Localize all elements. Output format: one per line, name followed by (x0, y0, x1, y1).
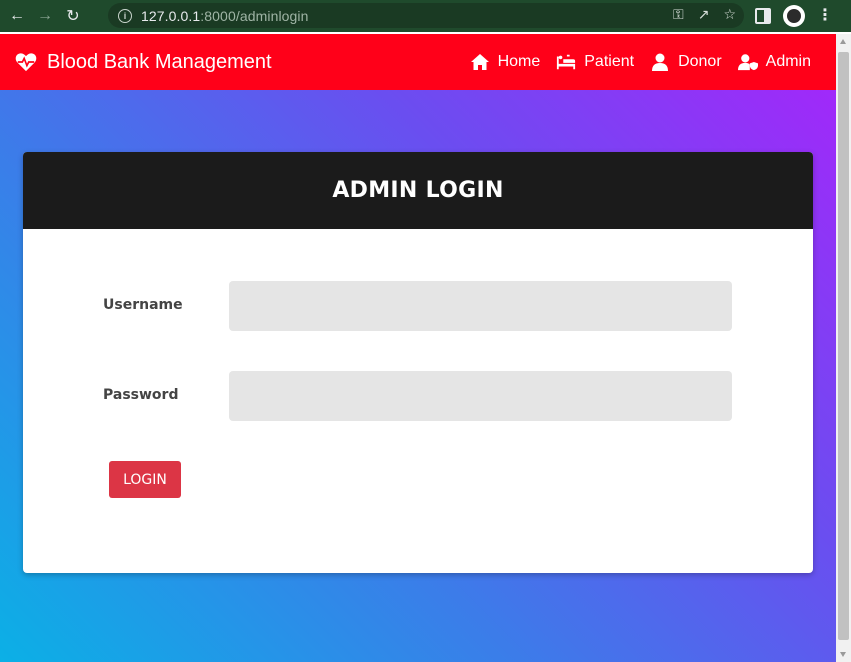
password-row: Password (23, 371, 813, 421)
nav-links: Home Patient Donor Admin (470, 34, 811, 90)
login-card: ADMIN LOGIN Username Password LOGIN (23, 152, 813, 573)
page-viewport: Blood Bank Management Home Patient Donor… (0, 34, 836, 662)
nav-link-label: Home (497, 53, 541, 70)
nav-link-admin[interactable]: Admin (737, 53, 811, 71)
nav-link-label: Admin (765, 53, 811, 70)
navbar: Blood Bank Management Home Patient Donor… (0, 34, 836, 90)
nav-link-patient[interactable]: Patient (556, 53, 634, 71)
share-icon[interactable]: ↗ (698, 6, 710, 23)
brand-text: Blood Bank Management (47, 50, 272, 73)
username-label: Username (103, 297, 183, 313)
admin-icon (737, 54, 758, 71)
nav-link-label: Patient (584, 53, 635, 70)
star-icon[interactable]: ☆ (723, 6, 736, 23)
scroll-down-icon[interactable] (840, 652, 846, 657)
key-icon[interactable]: ⚿ (673, 6, 684, 23)
username-row: Username (23, 281, 813, 331)
address-bar[interactable]: i 127.0.0.1:8000/adminlogin ⚿ ↗ ☆ (108, 3, 744, 28)
reload-icon[interactable]: ↻ (62, 5, 84, 27)
nav-link-home[interactable]: Home (470, 53, 541, 71)
home-icon (470, 54, 489, 70)
brand[interactable]: Blood Bank Management (15, 51, 272, 74)
scrollbar[interactable] (836, 34, 851, 662)
donor-icon (652, 53, 669, 71)
username-input[interactable] (229, 281, 732, 331)
scrollbar-thumb[interactable] (838, 52, 849, 640)
scroll-up-icon[interactable] (840, 39, 846, 44)
url-text[interactable]: 127.0.0.1:8000/adminlogin (141, 8, 309, 24)
url-path: :8000/adminlogin (200, 7, 309, 24)
info-icon[interactable]: i (118, 8, 132, 23)
password-label: Password (103, 387, 179, 403)
login-button[interactable]: LOGIN (109, 461, 181, 498)
back-icon[interactable]: ← (6, 5, 28, 27)
url-host: 127.0.0.1 (141, 7, 201, 24)
heartbeat-icon (15, 53, 37, 72)
password-input[interactable] (229, 371, 732, 421)
forward-icon[interactable]: → (34, 5, 56, 27)
menu-icon[interactable]: ⋮ (817, 8, 833, 24)
nav-link-donor[interactable]: Donor (650, 53, 722, 71)
profile-icon[interactable] (783, 5, 805, 27)
nav-link-label: Donor (678, 53, 722, 70)
browser-toolbar: ← → ↻ i 127.0.0.1:8000/adminlogin ⚿ ↗ ☆ … (0, 0, 851, 32)
patient-icon (557, 54, 576, 70)
card-header: ADMIN LOGIN (23, 152, 813, 229)
side-panel-icon[interactable] (755, 8, 771, 24)
page-title: ADMIN LOGIN (332, 178, 504, 203)
